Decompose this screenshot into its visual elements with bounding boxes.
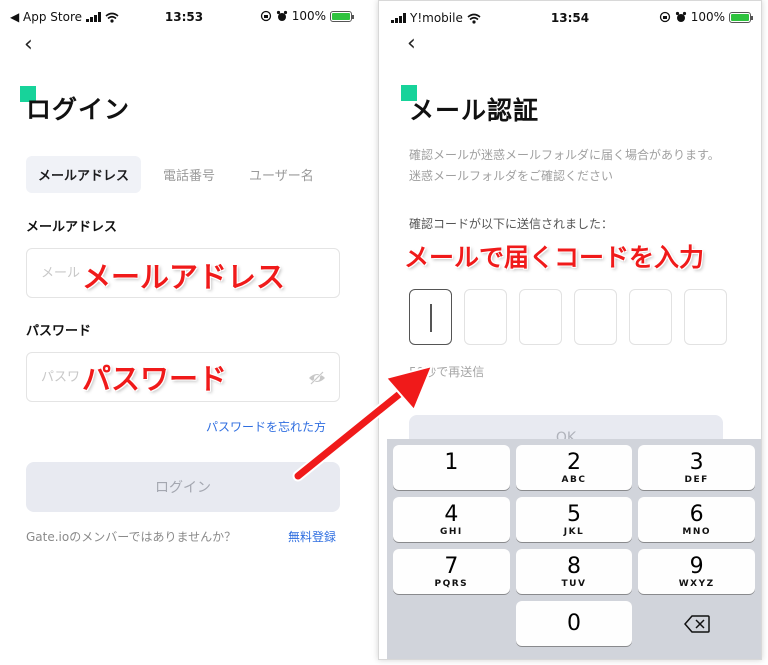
resend-countdown[interactable]: 58秒で再送信: [409, 363, 484, 380]
password-label: パスワード: [26, 324, 92, 339]
battery-percent: 100%: [291, 9, 326, 23]
code-digit-box[interactable]: [684, 289, 727, 345]
code-digit-box[interactable]: [519, 289, 562, 345]
key-4[interactable]: 4 GHI: [393, 497, 510, 542]
key-9[interactable]: 9 WXYZ: [638, 549, 756, 594]
key-8[interactable]: 8 TUV: [515, 549, 633, 594]
backspace-icon: [683, 614, 710, 633]
tab-phone[interactable]: 電話番号: [151, 156, 227, 193]
login-method-tabs: メールアドレス 電話番号 ユーザー名: [26, 156, 326, 193]
tab-email[interactable]: メールアドレス: [26, 156, 142, 193]
page-title: メール認証: [409, 96, 540, 125]
key-3[interactable]: 3 DEF: [638, 445, 756, 490]
battery-icon: [729, 11, 753, 23]
backspace-key[interactable]: [638, 601, 755, 646]
back-chevron-icon[interactable]: ‹: [24, 34, 33, 56]
code-digit-box[interactable]: [629, 289, 672, 345]
status-bar: Y!mobile 13:54 100%: [379, 7, 761, 29]
annotation-email: メールアドレス: [82, 260, 286, 294]
numeric-keyboard: 1 2 ABC 3 DEF 4 GHI 5 JKL 6 MNO 7 PQRS 8 TUV 9W…: [387, 439, 761, 659]
code-digit-box[interactable]: [574, 289, 617, 345]
status-bar: ◀ App Store 13:53 100%: [6, 6, 362, 28]
key-6[interactable]: 6 MNO: [638, 497, 756, 542]
annotation-password: パスワード: [82, 362, 228, 396]
eye-off-icon[interactable]: [307, 368, 327, 388]
code-digit-box[interactable]: [409, 289, 452, 345]
keyboard-row: 4 GHI 5 JKL 6 MNO: [393, 497, 756, 542]
email-verification-screen: Y!mobile 13:54 100% ‹ メール認証 確認メールが迷惑メールフ…: [378, 0, 762, 660]
key-7[interactable]: 7 PQRS: [393, 549, 510, 594]
code-sent-label: 確認コードが以下に送信されました：: [409, 217, 614, 231]
page-title: ログイン: [26, 95, 131, 124]
tab-username[interactable]: ユーザー名: [237, 156, 326, 193]
key-2[interactable]: 2 ABC: [515, 445, 633, 490]
key-5[interactable]: 5 JKL: [515, 497, 633, 542]
member-question: Gate.ioのメンバーではありませんか？: [26, 530, 237, 544]
annotation-code: メールで届くコードを入力: [404, 243, 705, 272]
alarm-icon: [675, 11, 686, 22]
alarm-icon: [276, 10, 287, 21]
keyboard-row: 1 2 ABC 3 DEF: [393, 445, 756, 490]
back-chevron-icon[interactable]: ‹: [407, 33, 416, 55]
battery-percent: 100%: [690, 10, 725, 24]
keyboard-row: 0: [393, 601, 755, 646]
battery-icon: [330, 10, 354, 22]
key-blank: [393, 601, 510, 646]
login-button[interactable]: ログイン: [26, 462, 340, 512]
register-link[interactable]: 無料登録: [288, 528, 336, 545]
forgot-password-link[interactable]: パスワードを忘れた方: [206, 418, 326, 435]
lock-rotation-icon: [659, 11, 670, 23]
keyboard-row: 7 PQRS 8 TUV 9 WXYZ: [393, 549, 756, 594]
spam-folder-notice: 確認メールが迷惑メールフォルダに届く場合があります。迷惑メールフォルダをご確認く…: [409, 148, 720, 183]
key-1[interactable]: 1: [393, 445, 510, 490]
email-label: メールアドレス: [26, 220, 118, 235]
verification-code-input: [409, 289, 727, 345]
code-digit-box[interactable]: [464, 289, 507, 345]
lock-rotation-icon: [260, 10, 271, 22]
key-0[interactable]: 0: [515, 601, 633, 646]
